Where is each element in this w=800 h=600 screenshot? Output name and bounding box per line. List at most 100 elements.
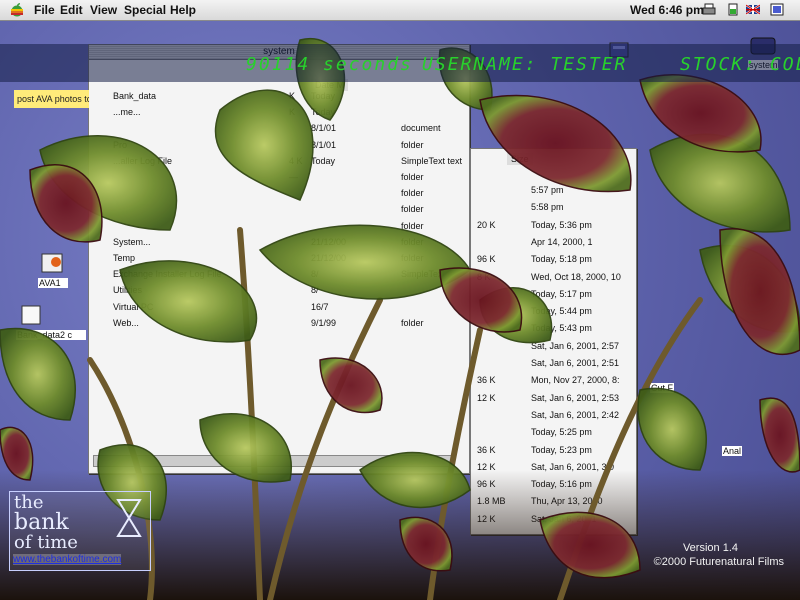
file-name: Pro: [113, 139, 128, 150]
file-row[interactable]: Today, 5:43 pm: [471, 321, 636, 336]
file-name: Utilities: [113, 285, 143, 296]
menu-clock[interactable]: Wed 6:46 pm: [630, 3, 704, 17]
printer-icon[interactable]: [702, 3, 716, 16]
menu-bar: File Edit View Special Help Wed 6:46 pm: [0, 0, 800, 21]
file-row[interactable]: Utilities 8/: [89, 283, 469, 298]
bank-of-time-logo[interactable]: the bank of time www.thebankoftime.com: [9, 491, 151, 571]
file-row[interactable]: Temp 21/12/00 folder: [89, 251, 469, 266]
finder-window-left[interactable]: system Date M Bank_dataKToday...me...KTo…: [88, 44, 470, 474]
keyboard-flag-icon[interactable]: [745, 3, 761, 16]
file-row[interactable]: 96 K Today, 5:18 pm: [471, 252, 636, 267]
file-row[interactable]: ...aller Log File 4 K Today SimpleText text: [89, 154, 469, 169]
file-date: 8/1/01: [311, 139, 337, 150]
file-row[interactable]: 12 K Sat, Jan 6, 2001, 2:53: [471, 391, 636, 406]
file-name: Temp: [113, 253, 136, 263]
desktop-icon-bank-data[interactable]: Bank_data2 c: [16, 304, 86, 340]
file-size: 4 K: [289, 155, 303, 166]
file-row[interactable]: 8/1/01 document: [89, 121, 469, 136]
file-size: 12 K: [477, 392, 496, 403]
file-row[interactable]: Virtual PC 16/7: [89, 300, 469, 315]
file-kind: folder: [401, 204, 424, 215]
file-row[interactable]: 12 K Sat, Jan 6, 2001, 3:0: [471, 460, 636, 475]
file-size: —: [289, 172, 298, 182]
hourglass-icon: [116, 499, 142, 537]
file-row[interactable]: Today, 5:25 pm: [471, 425, 636, 440]
file-date: Mon, Nov 27, 2000, 8:: [531, 375, 620, 386]
menu-edit[interactable]: Edit: [60, 3, 83, 17]
menu-help[interactable]: Help: [170, 3, 196, 17]
apple-menu-icon[interactable]: [10, 2, 24, 17]
file-row[interactable]: Sat, Jan 6, 2001, 2:57: [471, 339, 636, 354]
file-row[interactable]: System... 21/12/00 folder: [89, 235, 469, 250]
file-row[interactable]: — folder: [89, 170, 469, 185]
menu-special[interactable]: Special: [124, 3, 166, 17]
file-row[interactable]: 36 K Mon, Nov 27, 2000, 8:: [471, 373, 636, 388]
file-size: 36 K: [477, 375, 496, 386]
file-row[interactable]: 12 K Sat, Jan 6, 2001: [471, 512, 636, 527]
file-row[interactable]: Pro 8/1/01 folder: [89, 138, 469, 153]
file-row[interactable]: 20 K Today, 5:36 pm: [471, 218, 636, 233]
file-row[interactable]: Apr 14, 2000, 1: [471, 235, 636, 250]
desktop-icon-label: Cut F: [650, 383, 675, 393]
file-name: System...: [113, 236, 151, 247]
file-kind: SimpleText te: [401, 269, 456, 280]
file-row[interactable]: Sat, Jan 6, 2001, 2:42: [471, 408, 636, 423]
file-date: Wed, Oct 18, 2000, 10: [531, 271, 621, 282]
file-row[interactable]: Sat, Jan 6, 2001, 2:51: [471, 356, 636, 371]
file-size: 36 K: [477, 444, 496, 455]
file-row[interactable]: 96 K Today, 5:16 pm: [471, 477, 636, 492]
status-ticker: 90114 seconds USERNAME: TESTER STOCK: CO…: [0, 44, 800, 82]
file-date: 21/12/00: [311, 236, 347, 247]
column-header-size[interactable]: Size: [507, 153, 533, 165]
file-date: Sat, Jan 6, 2001, 2:42: [531, 409, 620, 420]
file-row[interactable]: Web... 9/1/99 folder: [89, 316, 469, 331]
file-row[interactable]: Exchange Installer Log File 8/SimpleText …: [89, 267, 469, 282]
desktop-icon-label: Bank_data2 c: [16, 330, 86, 340]
file-date: Today, 5:17 pm: [531, 288, 592, 299]
file-row[interactable]: 1.8 MB Thu, Apr 13, 2000: [471, 494, 636, 509]
desktop-icon-ava1[interactable]: AVA1: [38, 252, 68, 288]
file-row[interactable]: Today, 5:17 pm: [471, 287, 636, 302]
application-menu-icon[interactable]: [770, 3, 784, 16]
file-name: Web...: [113, 317, 139, 328]
file-row[interactable]: folder: [89, 219, 469, 234]
file-size: 1.8 MB: [477, 496, 506, 507]
file-row[interactable]: Bank_data K Today: [89, 89, 469, 104]
finder-window-right[interactable]: Size 5:57 pm 5:58 pm 20 K Today, 5:36 pm Apr…: [470, 148, 637, 535]
file-row[interactable]: folder: [89, 186, 469, 201]
copyright-label: ©2000 Futurenatural Films: [653, 556, 784, 568]
version-label: Version 1.4: [682, 542, 738, 554]
file-date: Today: [311, 107, 336, 118]
sticky-note[interactable]: post AVA photos to: [14, 90, 89, 108]
file-row[interactable]: ...me... K Today: [89, 105, 469, 120]
file-date: Today, 5:36 pm: [531, 219, 592, 230]
file-row[interactable]: Today, 5:44 pm: [471, 304, 636, 319]
file-date: Today, 5:23 pm: [531, 444, 592, 455]
file-date: Apr 14, 2000, 1: [531, 236, 593, 247]
file-row[interactable]: 36 K Today, 5:23 pm: [471, 443, 636, 458]
file-date: 8/1/01: [311, 123, 337, 134]
menu-view[interactable]: View: [90, 3, 117, 17]
file-date: 16/7: [311, 301, 329, 312]
battery-icon[interactable]: [726, 3, 740, 16]
file-row[interactable]: folder: [89, 202, 469, 217]
file-kind: folder: [401, 317, 424, 328]
file-row[interactable]: 5:58 pm: [471, 200, 636, 215]
file-date: Sat, Jan 6, 2001, 2:53: [531, 392, 620, 403]
ticker-username: USERNAME: TESTER: [422, 54, 628, 75]
file-size: 20 K: [477, 219, 496, 230]
file-kind: SimpleText text: [401, 155, 463, 166]
file-date: Today: [311, 155, 336, 166]
website-link[interactable]: www.thebankoftime.com: [13, 554, 122, 565]
file-size: K: [289, 91, 296, 101]
file-date: Sat, Jan 6, 2001, 2:57: [531, 340, 620, 351]
file-date: 5:57 pm: [531, 185, 564, 195]
horizontal-scrollbar[interactable]: [93, 455, 455, 467]
file-name: ...aller Log File: [113, 155, 173, 166]
file-date: 8/: [311, 285, 319, 296]
menu-file[interactable]: File: [34, 3, 55, 17]
file-kind: folder: [401, 139, 424, 150]
file-row[interactable]: 5:57 pm: [471, 183, 636, 198]
file-date: Today, 5:25 pm: [531, 427, 592, 438]
file-row[interactable]: 8 K Wed, Oct 18, 2000, 10: [471, 270, 636, 285]
